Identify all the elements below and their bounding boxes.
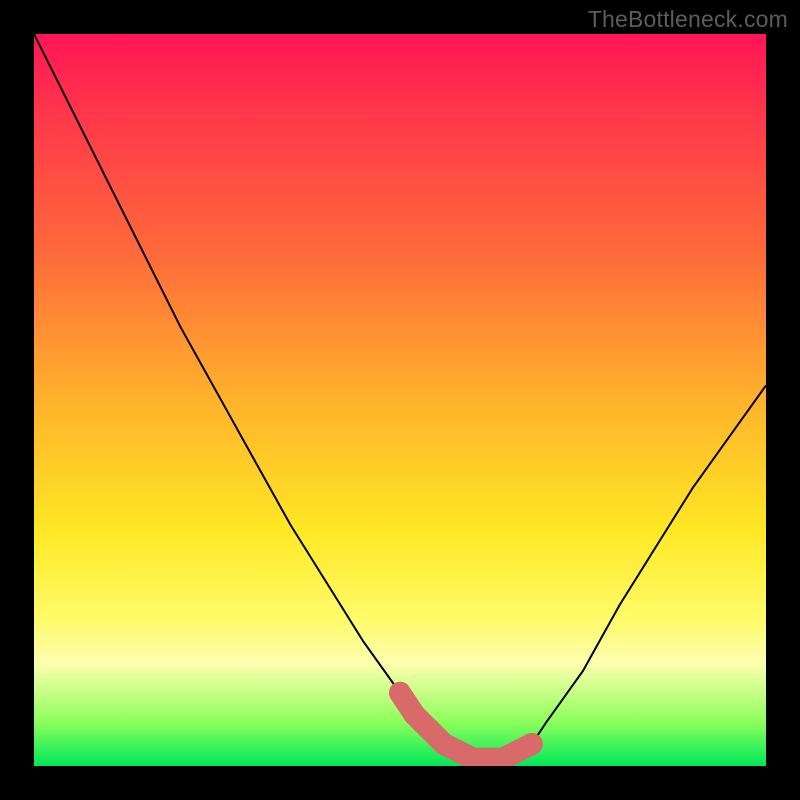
trough-marker <box>389 682 411 704</box>
trough-marker <box>521 733 543 755</box>
bottleneck-curve <box>34 34 766 759</box>
plot-area <box>34 34 766 766</box>
attribution-text: TheBottleneck.com <box>588 6 788 33</box>
trough-marker-group <box>389 682 543 766</box>
chart-frame: TheBottleneck.com <box>0 0 800 800</box>
plot-svg <box>34 34 766 766</box>
